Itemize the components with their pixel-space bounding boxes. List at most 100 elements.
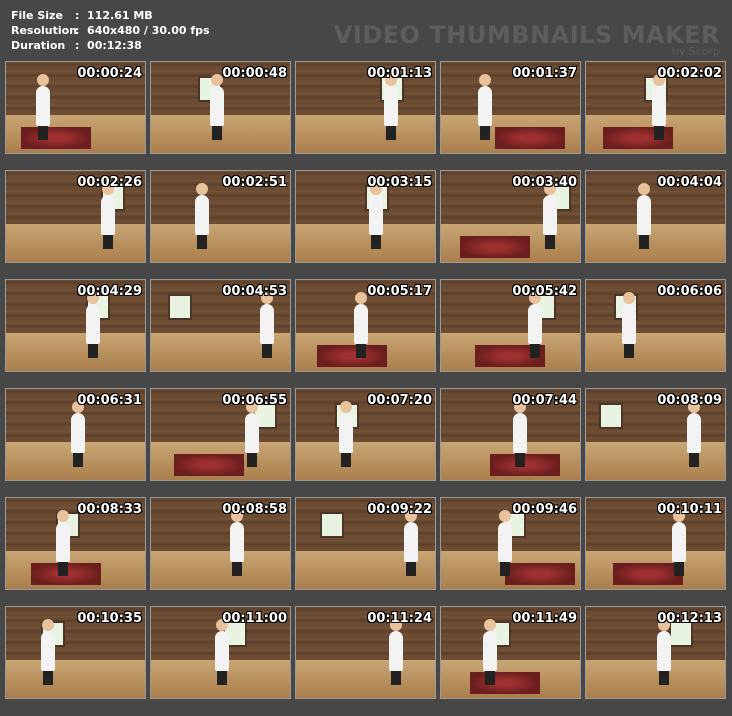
- thumbnail: 00:05:17: [295, 279, 436, 372]
- figure: [260, 292, 274, 344]
- thumbnail: 00:07:44: [440, 388, 581, 481]
- figure: [622, 292, 636, 344]
- thumbnail: 00:03:40: [440, 170, 581, 263]
- figure: [36, 74, 50, 126]
- rug: [21, 127, 91, 149]
- thumbnail-timestamp: 00:02:26: [77, 175, 142, 190]
- thumbnail-timestamp: 00:00:24: [77, 66, 142, 81]
- rug: [470, 672, 540, 694]
- thumbnail: 00:12:13: [585, 606, 726, 699]
- thumbnail-timestamp: 00:01:37: [512, 66, 577, 81]
- thumbnail: 00:08:09: [585, 388, 726, 481]
- floor: [586, 332, 725, 371]
- thumbnail: 00:11:24: [295, 606, 436, 699]
- resolution-label: Resolution: [11, 24, 78, 37]
- thumbnail-timestamp: 00:06:31: [77, 393, 142, 408]
- window: [168, 294, 192, 320]
- thumbnail-timestamp: 00:06:06: [657, 284, 722, 299]
- thumbnail: 00:09:46: [440, 497, 581, 590]
- figure: [543, 183, 557, 235]
- floor: [586, 223, 725, 262]
- figure: [637, 183, 651, 235]
- thumbnail: 00:06:31: [5, 388, 146, 481]
- watermark-title: VIDEO THUMBNAILS MAKER: [333, 21, 720, 49]
- thumbnail-timestamp: 00:03:40: [512, 175, 577, 190]
- rug: [174, 454, 244, 476]
- floor: [296, 223, 435, 262]
- file-size-row: File Size : 112.61 MB: [11, 8, 210, 23]
- figure: [230, 510, 244, 562]
- floor: [296, 659, 435, 698]
- thumbnail: 00:00:24: [5, 61, 146, 154]
- thumbnail-timestamp: 00:07:20: [367, 393, 432, 408]
- floor: [6, 659, 145, 698]
- thumbnail-timestamp: 00:05:42: [512, 284, 577, 299]
- thumbnail-timestamp: 00:07:44: [512, 393, 577, 408]
- thumbnail-timestamp: 00:08:58: [222, 502, 287, 517]
- figure: [56, 510, 70, 562]
- thumbnail-timestamp: 00:08:33: [77, 502, 142, 517]
- thumbnail-timestamp: 00:10:35: [77, 611, 142, 626]
- file-info-panel: File Size : 112.61 MB Resolution : 640x4…: [11, 8, 210, 53]
- figure: [478, 74, 492, 126]
- thumbnail-timestamp: 00:02:51: [222, 175, 287, 190]
- thumbnail: 00:08:33: [5, 497, 146, 590]
- figure: [41, 619, 55, 671]
- thumbnail-timestamp: 00:11:24: [367, 611, 432, 626]
- thumbnail: 00:06:06: [585, 279, 726, 372]
- thumbnail-timestamp: 00:04:53: [222, 284, 287, 299]
- rug: [317, 345, 387, 367]
- thumbnail: 00:11:00: [150, 606, 291, 699]
- thumbnail-timestamp: 00:02:02: [657, 66, 722, 81]
- figure: [513, 401, 527, 453]
- thumbnail: 00:00:48: [150, 61, 291, 154]
- thumbnail-timestamp: 00:12:13: [657, 611, 722, 626]
- duration-label: Duration: [11, 39, 66, 52]
- thumbnail: 00:04:29: [5, 279, 146, 372]
- figure: [384, 74, 398, 126]
- file-size-value: : 112.61 MB: [75, 9, 153, 22]
- duration-row: Duration : 00:12:38: [11, 38, 210, 53]
- thumbnail-timestamp: 00:05:17: [367, 284, 432, 299]
- floor: [151, 550, 290, 589]
- thumbnail-timestamp: 00:11:00: [222, 611, 287, 626]
- thumbnail: 00:01:37: [440, 61, 581, 154]
- thumbnail: 00:02:02: [585, 61, 726, 154]
- window: [320, 512, 344, 538]
- floor: [6, 223, 145, 262]
- figure: [86, 292, 100, 344]
- thumbnail-timestamp: 00:11:49: [512, 611, 577, 626]
- resolution-value: : 640x480 / 30.00 fps: [75, 24, 210, 37]
- thumbnail: 00:01:13: [295, 61, 436, 154]
- figure: [528, 292, 542, 344]
- rug: [490, 454, 560, 476]
- thumbnail-timestamp: 00:08:09: [657, 393, 722, 408]
- figure: [389, 619, 403, 671]
- figure: [245, 401, 259, 453]
- thumbnail-timestamp: 00:04:29: [77, 284, 142, 299]
- floor: [586, 441, 725, 480]
- rug: [460, 236, 530, 258]
- thumbnail: 00:06:55: [150, 388, 291, 481]
- figure: [354, 292, 368, 344]
- floor: [296, 441, 435, 480]
- thumbnail-timestamp: 00:03:15: [367, 175, 432, 190]
- floor: [6, 332, 145, 371]
- thumbnail-timestamp: 00:09:22: [367, 502, 432, 517]
- thumbnail: 00:04:53: [150, 279, 291, 372]
- thumbnail: 00:02:51: [150, 170, 291, 263]
- thumbnail: 00:10:11: [585, 497, 726, 590]
- thumbnail: 00:07:20: [295, 388, 436, 481]
- file-size-label: File Size: [11, 9, 63, 22]
- figure: [483, 619, 497, 671]
- figure: [687, 401, 701, 453]
- thumbnail: 00:11:49: [440, 606, 581, 699]
- duration-value: : 00:12:38: [75, 39, 142, 52]
- figure: [215, 619, 229, 671]
- floor: [151, 223, 290, 262]
- figure: [369, 183, 383, 235]
- thumbnail-timestamp: 00:09:46: [512, 502, 577, 517]
- thumbnail: 00:10:35: [5, 606, 146, 699]
- figure: [652, 74, 666, 126]
- thumbnail: 00:02:26: [5, 170, 146, 263]
